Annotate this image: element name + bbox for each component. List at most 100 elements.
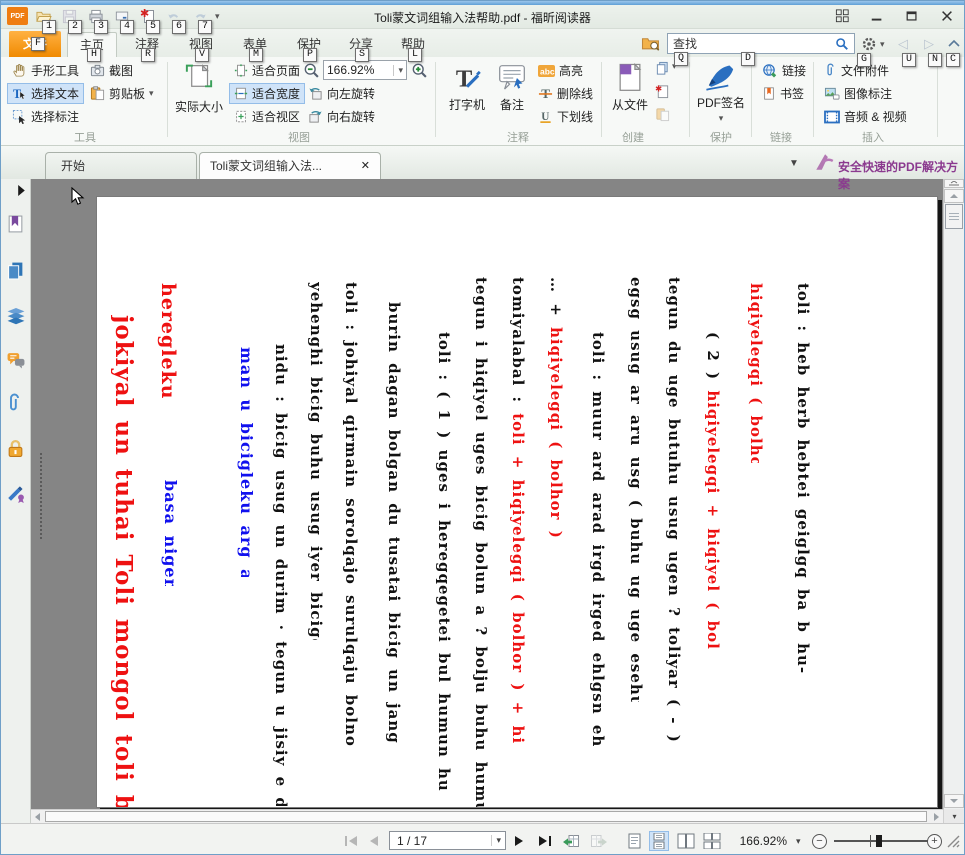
create-blank-button[interactable]: ✱ (655, 84, 670, 99)
continuous-facing-view-button[interactable] (703, 832, 721, 850)
next-view-button[interactable] (590, 832, 607, 850)
create-from-clipboard-button[interactable] (655, 107, 670, 122)
text-segment: man u bicigleku arg a bar (237, 347, 254, 577)
fit-width-button[interactable]: 适合宽度 (229, 83, 305, 104)
audio-video-button[interactable]: 音频 & 视频 (819, 106, 912, 127)
link-button[interactable]: 链接 (757, 60, 811, 81)
mongolian-text-column: … + hiqiyelegqi ( bolhor ) (547, 277, 563, 622)
page-number-box[interactable]: 1 / 17 ▾ (389, 831, 506, 850)
highlight-button[interactable]: abc 高亮 (533, 60, 588, 81)
text-segment: jokiyal un tuhai Toli mongol toli bicig … (111, 315, 135, 807)
text-segment: toli : johiyal qirmain sorolqajo surulqa… (342, 282, 358, 747)
status-zoom-out-button[interactable]: − (812, 832, 827, 850)
close-tab-icon[interactable]: ✕ (361, 153, 370, 179)
search-input[interactable]: 查找 (667, 33, 855, 54)
keytip-badge: Q (674, 52, 688, 66)
zoom-slider[interactable] (834, 840, 931, 842)
find-next-button[interactable]: ▷ (924, 36, 934, 52)
attachments-panel-icon (6, 393, 22, 413)
maximize-button[interactable] (901, 8, 923, 24)
zoom-level-combo[interactable]: 166.92% ▾ (323, 60, 407, 80)
window-top-border (1, 1, 964, 5)
select-annotation-button[interactable]: 选择标注 (7, 106, 84, 127)
image-annotation-button[interactable]: 图像标注 (819, 83, 897, 104)
keytip-badge: G (857, 53, 871, 67)
pdf-page: jokiyal un tuhai Toli mongol toli bicig … (96, 196, 938, 808)
pages-panel-button[interactable] (6, 261, 26, 281)
status-zoom-caret[interactable]: ▾ (796, 832, 801, 850)
facing-view-button[interactable] (677, 832, 695, 850)
snapshot-button[interactable]: 截图 (85, 60, 138, 81)
scroll-left-button[interactable] (31, 810, 44, 823)
previous-page-button[interactable] (370, 832, 378, 850)
hand-tool-button[interactable]: 手形工具 (7, 60, 84, 81)
fit-width-label: 适合宽度 (252, 85, 300, 102)
status-zoom-in-button[interactable]: + (927, 832, 942, 850)
rotate-left-button[interactable]: 向左旋转 (303, 83, 380, 104)
note-button[interactable]: 备注 (493, 59, 531, 113)
tab-active-document[interactable]: Toli蒙文词组输入法... ✕ (199, 152, 381, 179)
scrollbar-corner-options[interactable]: ▾ (943, 809, 965, 823)
tile-windows-button[interactable] (831, 8, 853, 24)
find-in-files-icon[interactable] (641, 35, 661, 52)
next-page-button[interactable] (515, 832, 523, 850)
continuous-view-button[interactable] (649, 831, 669, 851)
expand-panel-arrow-icon[interactable] (17, 185, 26, 196)
select-text-button[interactable]: T 选择文本 (7, 83, 84, 104)
insert-group-label: 插入 (833, 129, 913, 145)
bookmark-button[interactable]: 书签 (757, 83, 809, 104)
layers-panel-button[interactable] (6, 307, 26, 327)
tab-list-caret[interactable]: ▼ (789, 158, 799, 169)
minimize-button[interactable] (866, 8, 888, 24)
bookmarks-panel-button[interactable] (6, 215, 26, 235)
find-previous-button[interactable]: ◁ (898, 36, 908, 52)
clipboard-button[interactable]: 剪贴板 ▾ (85, 83, 159, 104)
tab-start-page[interactable]: 开始 (45, 152, 197, 179)
close-button[interactable] (936, 8, 958, 24)
mongolian-text-column: man u bicigleku arg a bar (237, 347, 254, 577)
gear-icon (861, 36, 877, 52)
collapse-ribbon-button[interactable] (947, 38, 961, 48)
comments-panel-button[interactable] (6, 351, 26, 371)
pdf-sign-button[interactable]: PDF签名 ▾ (693, 59, 749, 124)
mongolian-text-column: yehenghi bicig buhu usug iyer bicigdene … (307, 282, 323, 640)
rotate-right-icon (308, 109, 323, 124)
underline-button[interactable]: U 下划线 (533, 106, 598, 127)
status-zoom-value: 166.92% (727, 832, 787, 850)
search-settings-button[interactable]: ▾ (861, 36, 885, 52)
fit-page-button[interactable]: 适合页面 (229, 60, 305, 81)
zoom-out-button[interactable] (303, 62, 320, 79)
typewriter-button[interactable]: T 打字机 (443, 59, 491, 113)
actual-size-button[interactable]: 实际大小 (171, 59, 227, 115)
fit-visible-button[interactable]: 适合视区 (229, 106, 305, 127)
from-file-button[interactable]: 从文件 (607, 59, 653, 113)
last-page-button[interactable] (539, 832, 551, 850)
strikeout-button[interactable]: T 删除线 (533, 83, 598, 104)
window-resize-grip[interactable] (947, 832, 960, 850)
security-panel-button[interactable] (6, 439, 26, 459)
vertical-scrollbar[interactable] (943, 179, 964, 809)
zoom-slider-thumb[interactable] (876, 835, 882, 847)
svg-text:✱: ✱ (140, 8, 149, 20)
scroll-down-button[interactable] (944, 794, 964, 808)
single-page-view-button[interactable] (628, 832, 641, 850)
text-segment: basa nigen juil (161, 480, 178, 586)
first-page-button[interactable] (345, 832, 357, 850)
scroll-right-button[interactable] (930, 810, 943, 823)
horizontal-scroll-thumb[interactable] (45, 811, 927, 822)
attachments-panel-button[interactable] (6, 393, 26, 413)
mongolian-text-column: basa nigen juil (161, 480, 178, 586)
previous-view-button[interactable] (563, 832, 580, 850)
zoom-in-button[interactable] (411, 62, 428, 79)
rotate-right-button[interactable]: 向右旋转 (303, 106, 380, 127)
vertical-scroll-thumb[interactable] (945, 204, 963, 229)
snapshot-label: 截图 (109, 62, 133, 79)
promo-link[interactable]: 安全快速的PDF解决方案 (838, 158, 964, 192)
view-group-label: 视图 (259, 129, 339, 145)
panel-splitter-handle[interactable] (40, 453, 42, 539)
horizontal-scrollbar[interactable] (31, 809, 943, 823)
text-segment: toli + hiqiyelegqi ( bolhor ) + hi (509, 413, 525, 744)
keytip-badge: R (141, 48, 155, 62)
qat-customize-caret[interactable]: ▾ (215, 11, 220, 22)
signatures-panel-button[interactable] (6, 483, 26, 503)
